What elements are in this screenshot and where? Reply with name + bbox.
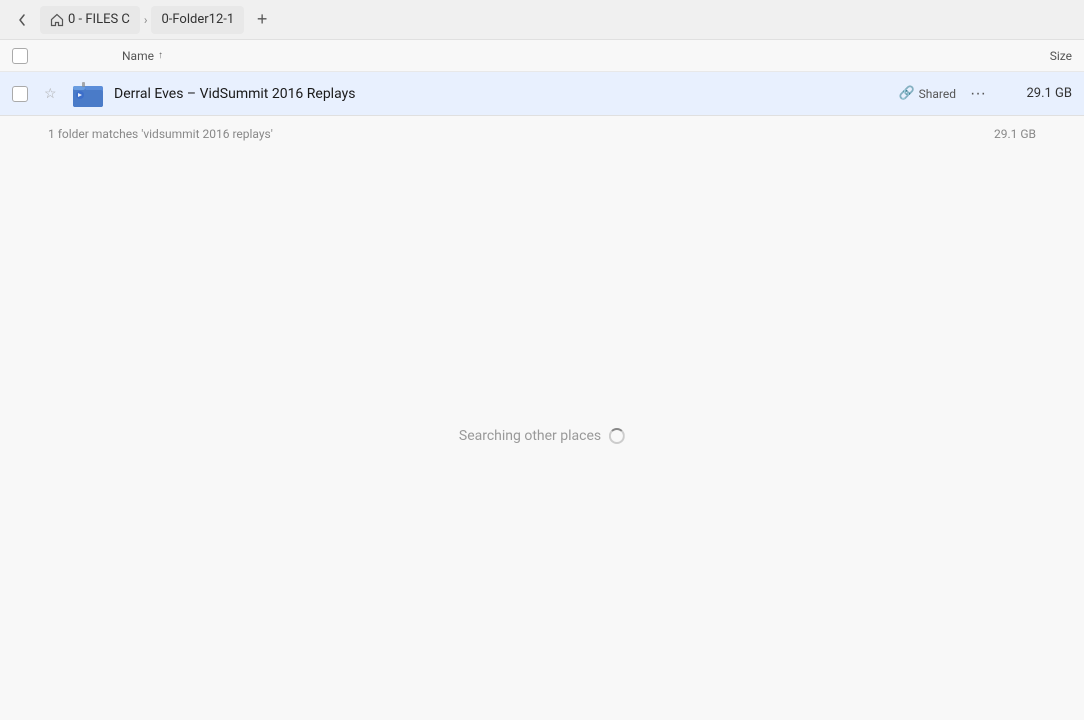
add-tab-icon: + bbox=[257, 9, 268, 30]
name-column-label: Name bbox=[122, 49, 154, 63]
top-bar: 0 - FILES C › 0-Folder12-1 + bbox=[0, 0, 1084, 40]
searching-label: Searching other places bbox=[459, 428, 601, 444]
breadcrumb: 0 - FILES C › 0-Folder12-1 bbox=[40, 6, 244, 34]
row-checkbox-col[interactable] bbox=[12, 86, 36, 102]
file-name: Derral Eves – VidSummit 2016 Replays bbox=[114, 86, 890, 102]
home-icon bbox=[50, 13, 64, 27]
file-size: 29.1 GB bbox=[992, 86, 1072, 101]
star-col[interactable]: ☆ bbox=[44, 86, 64, 102]
breadcrumb-label-files: 0 - FILES C bbox=[68, 12, 130, 27]
add-tab-button[interactable]: + bbox=[248, 6, 276, 34]
more-icon: ··· bbox=[970, 85, 986, 103]
more-options-button[interactable]: ··· bbox=[964, 80, 992, 108]
search-info-size: 29.1 GB bbox=[994, 127, 1036, 141]
row-checkbox[interactable] bbox=[12, 86, 28, 102]
searching-indicator: Searching other places bbox=[459, 428, 625, 444]
loading-spinner bbox=[609, 428, 625, 444]
folder-icon bbox=[72, 80, 104, 108]
main-content: Searching other places bbox=[0, 152, 1084, 720]
breadcrumb-label-folder: 0-Folder12-1 bbox=[161, 12, 234, 27]
name-column-header[interactable]: Name ↑ bbox=[122, 49, 992, 63]
select-all-checkbox-col[interactable] bbox=[12, 48, 36, 64]
star-icon[interactable]: ☆ bbox=[44, 86, 57, 102]
breadcrumb-item-files[interactable]: 0 - FILES C bbox=[40, 6, 140, 34]
nav-back-button[interactable] bbox=[8, 6, 36, 34]
file-row[interactable]: ☆ Derral Eves – VidSummit 2016 Replays 🔗… bbox=[0, 72, 1084, 116]
file-icon-col bbox=[70, 80, 106, 108]
chain-icon: 🔗 bbox=[898, 86, 914, 101]
column-headers: Name ↑ Size bbox=[0, 40, 1084, 72]
breadcrumb-separator: › bbox=[142, 13, 150, 27]
size-column-header: Size bbox=[992, 49, 1072, 63]
back-icon bbox=[15, 13, 29, 27]
select-all-checkbox[interactable] bbox=[12, 48, 28, 64]
shared-badge[interactable]: 🔗 Shared bbox=[890, 83, 964, 104]
search-info-row: 1 folder matches 'vidsummit 2016 replays… bbox=[0, 116, 1084, 152]
shared-label: Shared bbox=[919, 87, 956, 101]
search-info-text: 1 folder matches 'vidsummit 2016 replays… bbox=[48, 127, 273, 141]
breadcrumb-item-folder[interactable]: 0-Folder12-1 bbox=[151, 6, 244, 34]
sort-arrow-icon: ↑ bbox=[158, 50, 163, 61]
